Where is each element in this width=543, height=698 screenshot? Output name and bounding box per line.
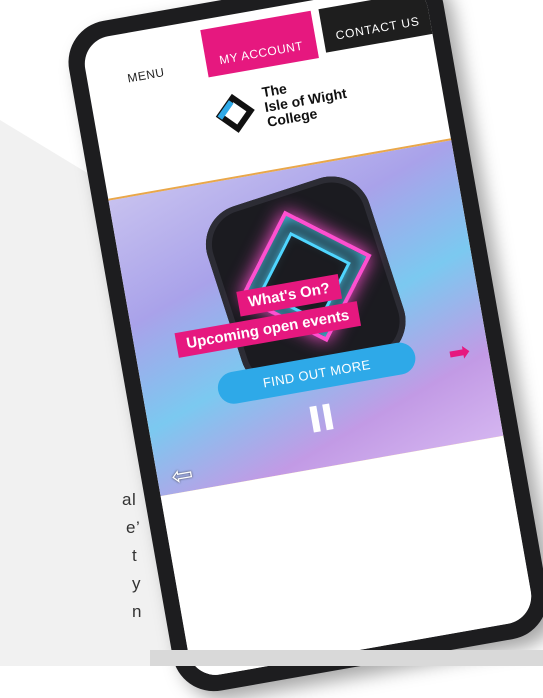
college-logo-icon (215, 93, 255, 133)
bottom-edge-bar (150, 650, 543, 666)
pause-icon[interactable] (309, 403, 335, 433)
contact-us-button[interactable]: CONTACT US (318, 0, 435, 53)
logo-text: The Isle of Wight College (261, 71, 351, 130)
menu-button[interactable]: MENU (126, 65, 165, 85)
my-account-button[interactable]: MY ACCOUNT (200, 10, 319, 78)
arrow-right-icon[interactable]: ➡ (446, 335, 473, 369)
arrow-left-icon[interactable]: ⇦ (169, 458, 196, 492)
hero-banner[interactable]: What's On? Upcoming open events FIND OUT… (108, 138, 504, 499)
college-logo[interactable]: The Isle of Wight College (210, 71, 351, 139)
